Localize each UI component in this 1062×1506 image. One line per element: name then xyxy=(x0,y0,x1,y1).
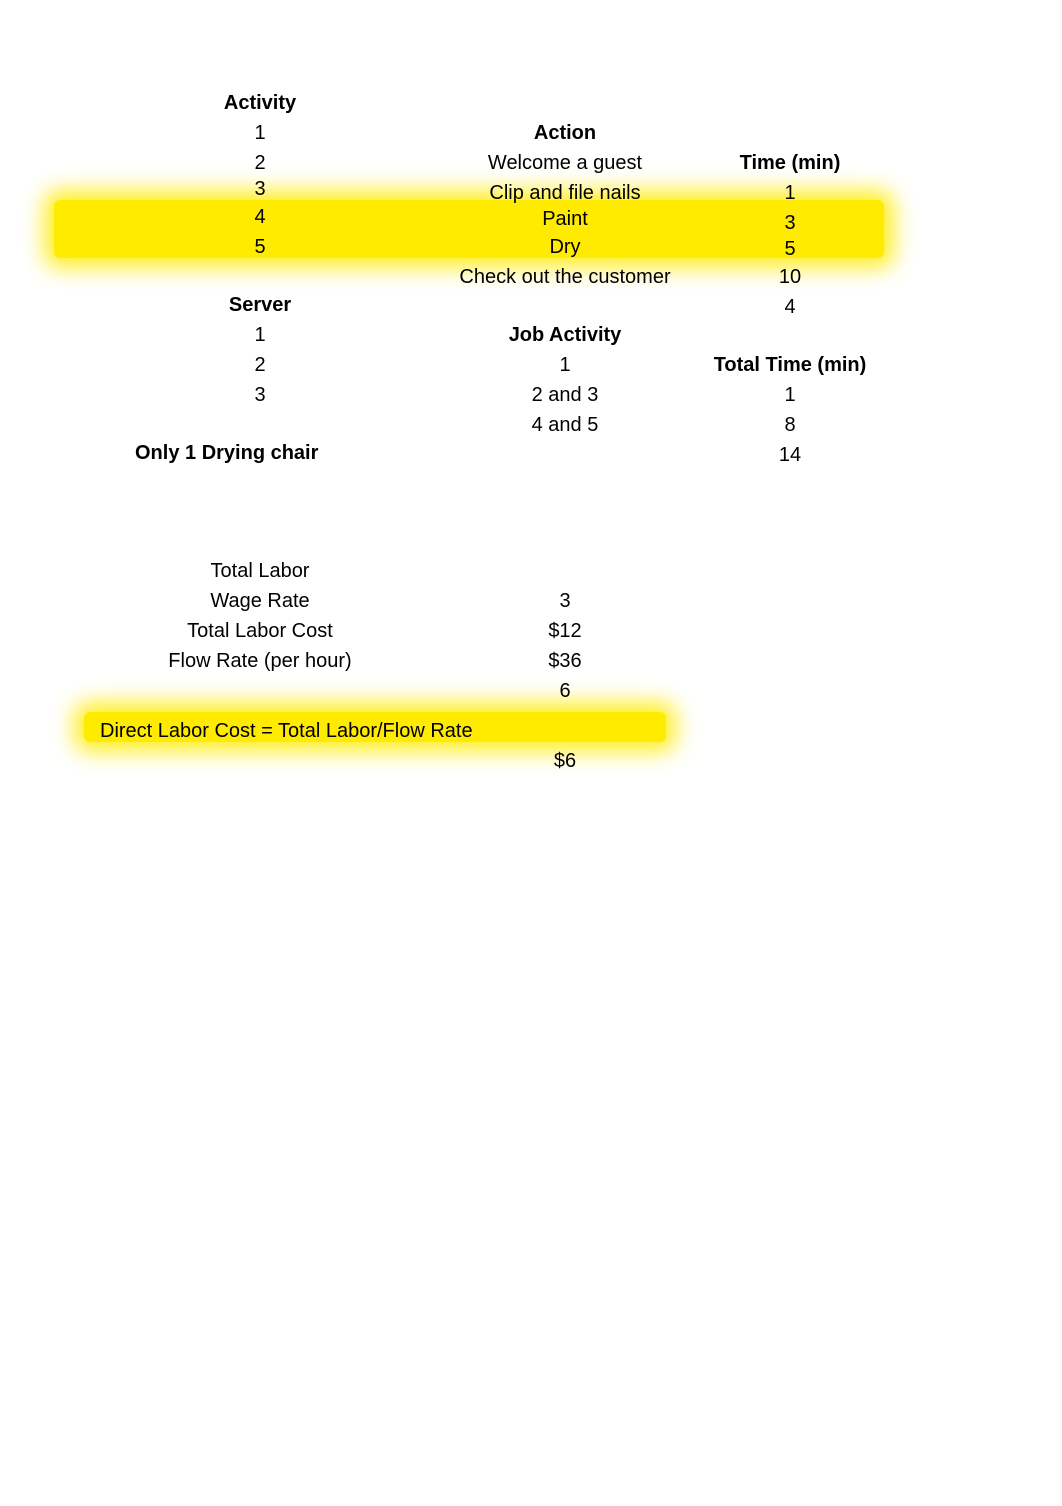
activity-id: 4 xyxy=(85,202,435,232)
server-totaltime: 1 xyxy=(695,380,885,410)
costs-row: Direct Labor Cost = Total Labor/Flow Rat… xyxy=(0,716,1062,746)
activity-table-header: Activity Action Time (min) xyxy=(0,88,1062,118)
activity-id: 5 xyxy=(85,232,435,262)
server-id: 1 xyxy=(85,320,435,350)
total-labor-value: 3 xyxy=(435,586,695,616)
activity-time: 4 xyxy=(695,292,885,322)
activity-action: Dry xyxy=(435,232,695,262)
direct-labor-cost-label: Direct Labor Cost = Total Labor/Flow Rat… xyxy=(85,716,515,746)
activity-header-action: Action xyxy=(435,118,695,148)
activity-action: Paint xyxy=(435,204,695,234)
flow-rate-value: 6 xyxy=(435,676,695,706)
flow-rate-label: Flow Rate (per hour) xyxy=(85,646,435,676)
server-totaltime: 14 xyxy=(695,440,885,470)
server-job: 1 xyxy=(435,350,695,380)
server-header-job: Job Activity xyxy=(435,320,695,350)
total-labor-label: Total Labor xyxy=(85,556,435,586)
activity-time: 10 xyxy=(695,262,885,292)
total-labor-cost-value: $36 xyxy=(435,646,695,676)
activity-header-activity: Activity xyxy=(85,88,435,118)
server-id: 3 xyxy=(85,380,435,410)
activity-id: 3 xyxy=(85,174,435,204)
activity-action: Check out the customer xyxy=(435,262,695,292)
activity-time: 5 xyxy=(695,234,885,264)
server-totaltime: 8 xyxy=(695,410,885,440)
server-header-server: Server xyxy=(85,290,435,320)
costs-row: Total Labor 3 xyxy=(0,556,1062,586)
server-job: 2 and 3 xyxy=(435,380,695,410)
activity-action: Welcome a guest xyxy=(435,148,695,178)
direct-labor-cost-value: $6 xyxy=(435,746,695,776)
activity-header-time: Time (min) xyxy=(695,148,885,178)
wage-rate-label: Wage Rate xyxy=(85,586,435,616)
wage-rate-value: $12 xyxy=(435,616,695,646)
server-job: 4 and 5 xyxy=(435,410,695,440)
activity-id: 1 xyxy=(85,118,435,148)
drying-chair-note-row: Only 1 Drying chair xyxy=(0,438,1062,468)
server-id: 2 xyxy=(85,350,435,380)
total-labor-cost-label: Total Labor Cost xyxy=(85,616,435,646)
drying-chair-note: Only 1 Drying chair xyxy=(85,438,435,468)
activity-time: 1 xyxy=(695,178,885,208)
server-header-total: Total Time (min) xyxy=(695,350,885,380)
server-table-header: Server Job Activity Total Time (min) xyxy=(0,290,1062,320)
